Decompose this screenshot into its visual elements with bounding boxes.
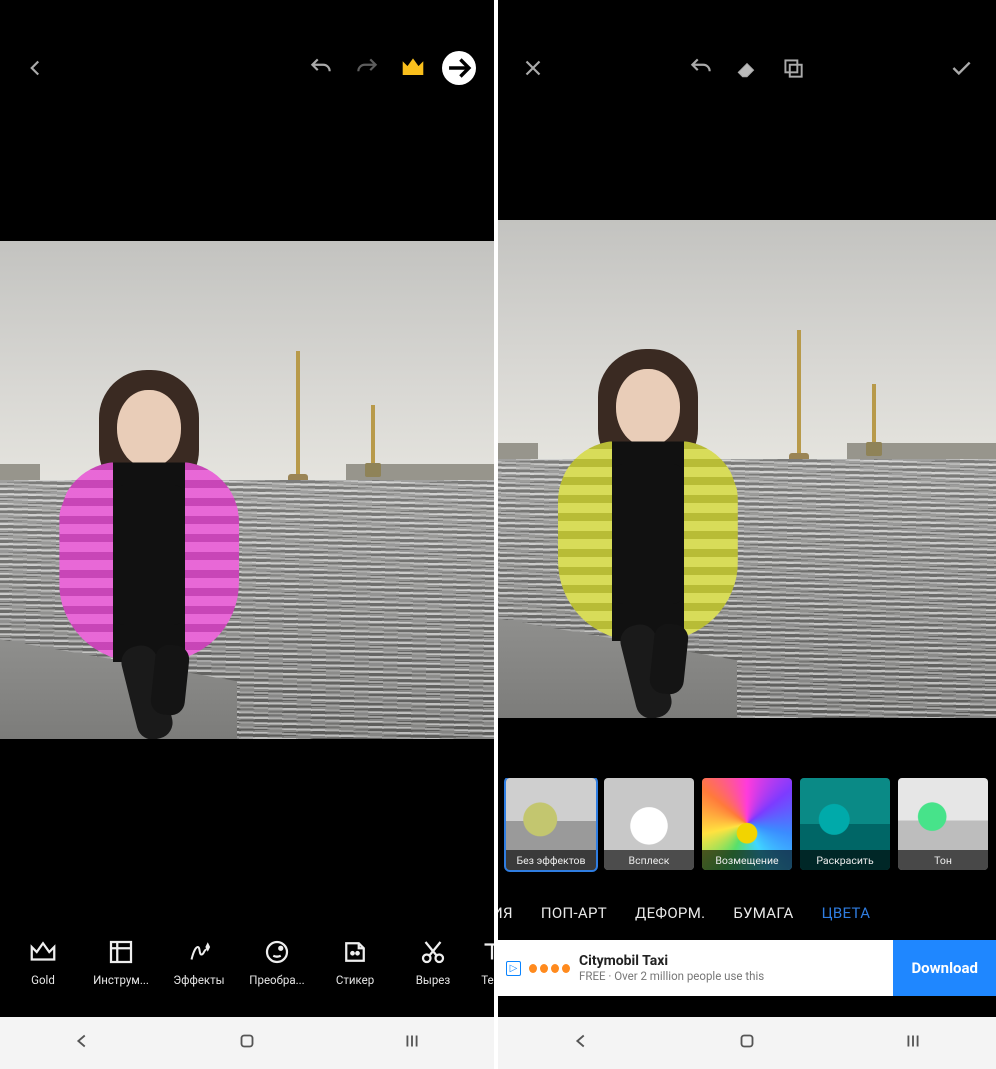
- top-toolbar: [498, 36, 996, 100]
- eraser-icon[interactable]: [730, 51, 764, 85]
- nav-recents-icon[interactable]: [401, 1030, 423, 1056]
- effect-tone[interactable]: Тон: [898, 778, 988, 870]
- tool-label: Те...: [481, 973, 494, 987]
- tool-label: Преобра...: [249, 973, 304, 987]
- next-button[interactable]: [442, 51, 476, 85]
- ad-download-button[interactable]: Download: [893, 940, 996, 996]
- undo-button[interactable]: [304, 51, 338, 85]
- effect-label: Тон: [898, 850, 988, 870]
- effect-splash[interactable]: Всплеск: [604, 778, 694, 870]
- effect-label: Возмещение: [702, 850, 792, 870]
- ad-banner[interactable]: ▷ Citymobil Taxi FREE · Over 2 million p…: [498, 940, 996, 996]
- effect-thumbnails: Без эффектов Всплеск Возмещение Раскраси…: [498, 778, 996, 886]
- ad-app-icon: [527, 946, 571, 990]
- tool-gold[interactable]: Gold: [4, 937, 82, 987]
- tab-deform[interactable]: ДЕФОРМ.: [635, 904, 705, 922]
- system-nav-bar: [498, 1017, 996, 1069]
- effect-label: Без эффектов: [506, 850, 596, 870]
- undo-button[interactable]: [684, 51, 718, 85]
- tool-effects[interactable]: Эффекты: [160, 937, 238, 987]
- editor-right-pane: Без эффектов Всплеск Возмещение Раскраси…: [498, 0, 996, 1069]
- ad-subtitle: FREE · Over 2 million people use this: [579, 970, 893, 984]
- ad-title: Citymobil Taxi: [579, 953, 893, 970]
- system-nav-bar: [0, 1017, 494, 1069]
- nav-home-icon[interactable]: [236, 1030, 258, 1056]
- nav-home-icon[interactable]: [736, 1030, 758, 1056]
- tool-label: Стикер: [336, 973, 374, 987]
- ad-text: Citymobil Taxi FREE · Over 2 million peo…: [579, 953, 893, 984]
- status-bar: [498, 0, 996, 36]
- canvas-area[interactable]: [498, 100, 996, 778]
- tool-label: Gold: [31, 973, 55, 987]
- tool-text[interactable]: Те...: [472, 937, 494, 987]
- tab-colors[interactable]: ЦВЕТА: [822, 904, 871, 922]
- editor-left-pane: Gold Инструм... Эффекты Преобра... Стике…: [0, 0, 498, 1069]
- canvas-area[interactable]: [0, 100, 494, 880]
- effect-colorize[interactable]: Раскрасить: [800, 778, 890, 870]
- redo-button[interactable]: [350, 51, 384, 85]
- status-bar: [0, 0, 494, 36]
- ad-info-icon[interactable]: ▷: [506, 961, 521, 976]
- apply-button[interactable]: [944, 51, 978, 85]
- top-toolbar: [0, 36, 494, 100]
- tool-label: Инструм...: [93, 973, 149, 987]
- nav-recents-icon[interactable]: [902, 1030, 924, 1056]
- nav-back-icon[interactable]: [570, 1030, 592, 1056]
- tool-label: Эффекты: [173, 973, 224, 987]
- effect-displace[interactable]: Возмещение: [702, 778, 792, 870]
- crown-icon[interactable]: [396, 51, 430, 85]
- edited-photo: [0, 241, 494, 739]
- tool-cutout[interactable]: Вырез: [394, 937, 472, 987]
- tool-label: Вырез: [416, 973, 451, 987]
- tab-paper[interactable]: БУМАГА: [733, 904, 793, 922]
- nav-back-icon[interactable]: [71, 1030, 93, 1056]
- tool-transform[interactable]: Преобра...: [238, 937, 316, 987]
- effect-label: Всплеск: [604, 850, 694, 870]
- effect-label: Раскрасить: [800, 850, 890, 870]
- tool-sticker[interactable]: Стикер: [316, 937, 394, 987]
- tab-popart[interactable]: ПОП-АРТ: [541, 904, 607, 922]
- effect-category-tabs: ИЯ ПОП-АРТ ДЕФОРМ. БУМАГА ЦВЕТА: [498, 886, 996, 940]
- edited-photo: [498, 220, 996, 718]
- bottom-tool-row: Gold Инструм... Эффекты Преобра... Стике…: [0, 925, 494, 999]
- close-button[interactable]: [516, 51, 550, 85]
- tool-tools[interactable]: Инструм...: [82, 937, 160, 987]
- effect-none[interactable]: Без эффектов: [506, 778, 596, 870]
- tab-partial[interactable]: ИЯ: [498, 904, 513, 922]
- back-button[interactable]: [18, 51, 52, 85]
- layers-icon[interactable]: [776, 51, 810, 85]
